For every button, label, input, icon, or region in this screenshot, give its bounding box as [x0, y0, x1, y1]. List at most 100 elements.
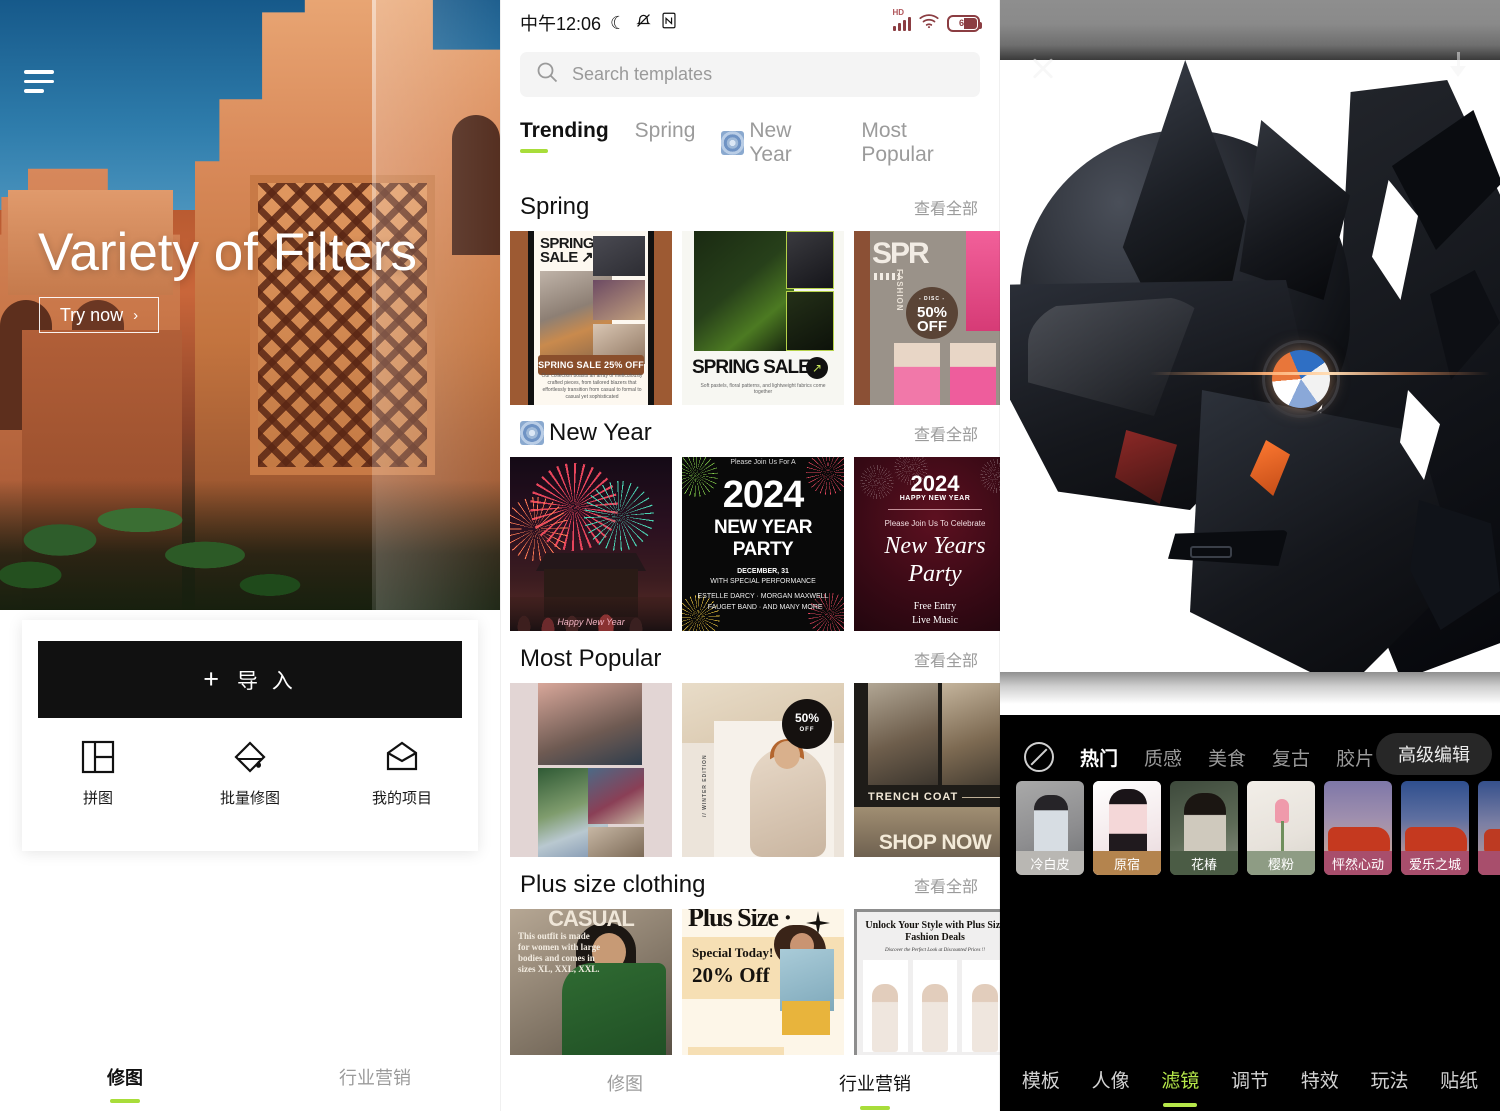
- arrow-up-right-icon: ↗: [806, 357, 828, 379]
- card-performance: WITH SPECIAL PERFORMANCE: [710, 578, 816, 585]
- filter-thumb-next[interactable]: [1478, 781, 1500, 875]
- chevron-right-icon: ›: [133, 306, 139, 324]
- left-tab-active-underline: [110, 1099, 140, 1103]
- card-title: SPRING SALE: [692, 357, 811, 378]
- try-now-button[interactable]: Try now ›: [39, 297, 159, 333]
- card-caption: Happy New Year: [557, 617, 625, 627]
- filter-thumbnail-strip[interactable]: 冷白皮 原宿 花椿 樱粉 怦然心动 爱乐之城: [1000, 781, 1500, 889]
- category-tabs: Trending Spring New Year Most Popular: [500, 97, 1000, 179]
- category-tab-trending[interactable]: Trending: [520, 119, 609, 155]
- category-tab-most-popular[interactable]: Most Popular: [861, 119, 980, 179]
- filter-category-retro[interactable]: 复古: [1272, 744, 1310, 771]
- editor-tab-sticker[interactable]: 贴纸: [1424, 1066, 1494, 1093]
- editor-tab-adjust[interactable]: 调节: [1215, 1066, 1285, 1093]
- filter-thumb-lengbaipi[interactable]: 冷白皮: [1016, 781, 1084, 875]
- filter-thumb-harajuku[interactable]: 原宿: [1093, 781, 1161, 875]
- card-lineup: ESTELLE DARCY · MORGAN MAXWELL · FAUGET …: [697, 593, 829, 611]
- fireworks-icon: [721, 131, 745, 155]
- section-new-year-see-all[interactable]: 查看全部: [914, 421, 978, 445]
- card-happy: HAPPY NEW YEAR: [899, 495, 971, 502]
- download-icon[interactable]: [1446, 52, 1470, 82]
- template-card[interactable]: SPR FASHION - DISC - 50% OFF: [854, 231, 1000, 405]
- editor-tab-sticker-label: 贴纸: [1440, 1070, 1479, 1092]
- editor-tab-portrait[interactable]: 人像: [1076, 1066, 1146, 1093]
- filter-thumb-lalaland[interactable]: 爱乐之城: [1401, 781, 1469, 875]
- status-time: 中午12:06: [520, 14, 602, 34]
- signal-icon: HD: [892, 8, 911, 31]
- mid-tab-industry-marketing[interactable]: 行业营销: [750, 1070, 1000, 1110]
- editor-bottom-sheet: 热门 质感 美食 复古 胶片 自 高级编辑 冷白皮 原宿 花椿: [1000, 719, 1500, 1111]
- editor-canvas[interactable]: [1000, 60, 1500, 715]
- plus-icon: +: [203, 664, 219, 694]
- card-banner: SPRING SALE 25% OFF: [538, 355, 644, 375]
- battery-percent: 68: [958, 18, 969, 28]
- filter-category-film[interactable]: 胶片: [1336, 744, 1374, 771]
- template-card[interactable]: 2024 HAPPY NEW YEAR Please Join Us To Ce…: [854, 457, 1000, 631]
- quick-action-my-projects[interactable]: 我的项目: [326, 740, 478, 808]
- hamburger-line-3: [24, 89, 44, 93]
- no-filter-icon[interactable]: [1024, 742, 1054, 772]
- card-join: Please Join Us To Celebrate: [884, 519, 986, 528]
- editor-tab-effects[interactable]: 特效: [1285, 1066, 1355, 1093]
- card-body: This outfit is made for women with large…: [518, 931, 601, 974]
- template-card[interactable]: SPRING SALE ↗ Soft pastels, floral patte…: [682, 231, 844, 405]
- category-tab-spring[interactable]: Spring: [635, 119, 696, 155]
- left-tab-retouch[interactable]: 修图: [0, 1064, 250, 1103]
- mid-tab-retouch[interactable]: 修图: [500, 1070, 750, 1096]
- filter-thumb-sakura-pink[interactable]: 樱粉: [1247, 781, 1315, 875]
- section-plus-size-header: Plus size clothing 查看全部: [500, 865, 1000, 909]
- section-plus-size: Plus size clothing 查看全部 CASUAL This outf…: [500, 865, 1000, 1083]
- category-tab-new-year[interactable]: New Year: [721, 119, 835, 179]
- filter-thumb-label: 樱粉: [1247, 851, 1315, 875]
- import-button[interactable]: + 导 入: [38, 641, 462, 718]
- right-panel-filter-editor: 热门 质感 美食 复古 胶片 自 高级编辑 冷白皮 原宿 花椿: [1000, 0, 1500, 1111]
- mute-bell-icon: [635, 12, 652, 34]
- section-spring-header: Spring 查看全部: [500, 187, 1000, 231]
- template-card[interactable]: SPRING SALE ↗ SPRING SALE 25% OFF Our co…: [510, 231, 672, 405]
- quick-action-collage[interactable]: 拼图: [22, 740, 174, 808]
- category-tab-spring-label: Spring: [634, 119, 696, 142]
- filter-category-texture[interactable]: 质感: [1144, 744, 1182, 771]
- template-card[interactable]: [510, 683, 672, 857]
- template-card[interactable]: Please Join Us For A 2024 NEW YEAR PARTY…: [682, 457, 844, 631]
- edited-photo-mecha-helmet: [1000, 60, 1500, 715]
- filter-category-hot[interactable]: 热门: [1080, 744, 1118, 771]
- template-card[interactable]: UT JACKET. // WINTER EDITION 50% OFF: [682, 683, 844, 857]
- template-card[interactable]: TRENCH COAT SHOP NOW: [854, 683, 1000, 857]
- section-new-year-title: New Year: [520, 419, 652, 447]
- filter-thumb-pengranxindong[interactable]: 怦然心动: [1324, 781, 1392, 875]
- section-spring-see-all[interactable]: 查看全部: [914, 195, 978, 219]
- status-bar: 中午12:06 ☾ HD 68: [500, 0, 1000, 46]
- collage-icon: [81, 740, 115, 774]
- filter-thumb-label: [1478, 851, 1500, 875]
- filter-thumb-huachun[interactable]: 花椿: [1170, 781, 1238, 875]
- left-bottom-tabbar: 修图 行业营销: [0, 1043, 500, 1111]
- section-plus-size-see-all[interactable]: 查看全部: [914, 873, 978, 897]
- section-spring: Spring 查看全部 SPRING SALE ↗ SPRING SALE 25…: [500, 187, 1000, 405]
- hero-banner[interactable]: Variety of Filters Try now ›: [0, 0, 500, 610]
- editor-tab-filter[interactable]: 滤镜: [1145, 1066, 1215, 1107]
- card-heading: SPRING SALE ↗: [540, 235, 595, 266]
- filter-category-food[interactable]: 美食: [1208, 744, 1246, 771]
- editor-tab-portrait-label: 人像: [1091, 1070, 1130, 1092]
- editor-tab-play[interactable]: 玩法: [1355, 1066, 1425, 1093]
- section-most-popular-see-all[interactable]: 查看全部: [914, 647, 978, 671]
- card-script1: New Years: [884, 533, 986, 559]
- card-vertical-title: UT JACKET.: [682, 727, 684, 849]
- card-subtitle: Discover the Perfect Look at Discounted …: [884, 948, 986, 953]
- search-input[interactable]: [572, 64, 964, 85]
- template-card[interactable]: Happy New Year: [510, 457, 672, 631]
- hamburger-icon[interactable]: [24, 70, 54, 99]
- quick-action-batch-edit[interactable]: 批量修图: [174, 740, 326, 808]
- close-icon[interactable]: [1030, 55, 1056, 81]
- editor-tab-active-underline: [1163, 1102, 1198, 1107]
- filter-thumb-label: 爱乐之城: [1401, 851, 1469, 875]
- search-bar[interactable]: [520, 52, 980, 97]
- advanced-edit-button[interactable]: 高级编辑: [1376, 733, 1492, 775]
- import-label: 导 入: [236, 669, 297, 693]
- left-tab-industry-marketing[interactable]: 行业营销: [250, 1064, 500, 1090]
- editor-tab-play-label: 玩法: [1370, 1070, 1409, 1092]
- editor-tab-template-label: 模板: [1021, 1070, 1060, 1092]
- middle-bottom-tabbar: 修图 行业营销: [500, 1055, 1000, 1111]
- editor-tab-template[interactable]: 模板: [1006, 1066, 1076, 1093]
